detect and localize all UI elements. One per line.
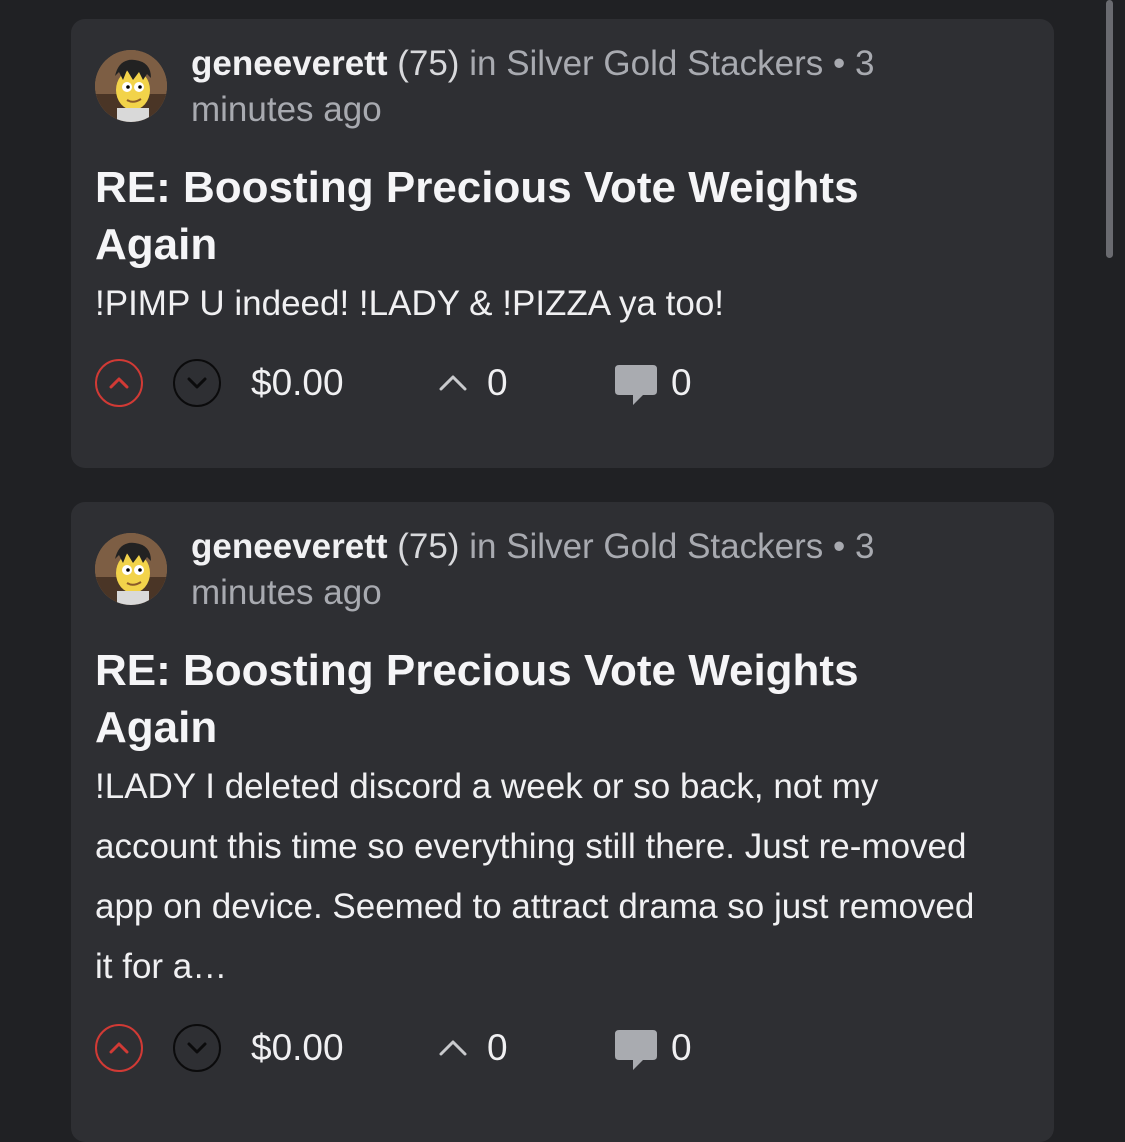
upvote-button[interactable] [95, 1024, 143, 1072]
votes-caret-icon[interactable] [437, 367, 469, 399]
in-label: in [469, 44, 497, 83]
scrollbar[interactable] [1106, 0, 1113, 258]
comments-count[interactable]: 0 [671, 1022, 692, 1074]
upvote-icon [109, 1042, 129, 1054]
votes-count[interactable]: 0 [487, 1022, 508, 1074]
downvote-icon [187, 377, 207, 389]
post-body[interactable]: !LADY I deleted discord a week or so bac… [95, 757, 1000, 997]
downvote-button[interactable] [173, 1024, 221, 1072]
payout-value[interactable]: $0.00 [251, 357, 344, 409]
author-link[interactable]: geneeverett [191, 527, 387, 566]
author-reputation: (75) [397, 527, 460, 566]
separator: • [832, 527, 846, 566]
in-label: in [469, 527, 497, 566]
comments-count[interactable]: 0 [671, 357, 692, 409]
votes-caret-icon[interactable] [437, 1032, 469, 1064]
comment-icon[interactable] [613, 1028, 659, 1072]
upvote-button[interactable] [95, 359, 143, 407]
downvote-button[interactable] [173, 359, 221, 407]
upvote-icon [109, 377, 129, 389]
payout-value[interactable]: $0.00 [251, 1022, 344, 1074]
downvote-icon [187, 1042, 207, 1054]
votes-count[interactable]: 0 [487, 357, 508, 409]
post-actions: $0.00 0 0 [95, 1022, 795, 1074]
post-card[interactable]: geneeverett (75) in Silver Gold Stackers… [71, 19, 1054, 468]
separator: • [832, 44, 846, 83]
post-meta: geneeverett (75) in Silver Gold Stackers… [191, 524, 981, 616]
post-meta: geneeverett (75) in Silver Gold Stackers… [191, 41, 981, 133]
comment-icon[interactable] [613, 363, 659, 407]
post-body[interactable]: !PIMP U indeed! !LADY & !PIZZA ya too! [95, 274, 1000, 334]
community-link[interactable]: Silver Gold Stackers [506, 527, 823, 566]
community-link[interactable]: Silver Gold Stackers [506, 44, 823, 83]
post-title[interactable]: RE: Boosting Precious Vote Weights Again [95, 159, 975, 273]
post-actions: $0.00 0 0 [95, 357, 795, 409]
author-link[interactable]: geneeverett [191, 44, 387, 83]
avatar[interactable] [95, 533, 167, 605]
avatar[interactable] [95, 50, 167, 122]
post-title[interactable]: RE: Boosting Precious Vote Weights Again [95, 642, 975, 756]
author-reputation: (75) [397, 44, 460, 83]
post-card[interactable]: geneeverett (75) in Silver Gold Stackers… [71, 502, 1054, 1142]
